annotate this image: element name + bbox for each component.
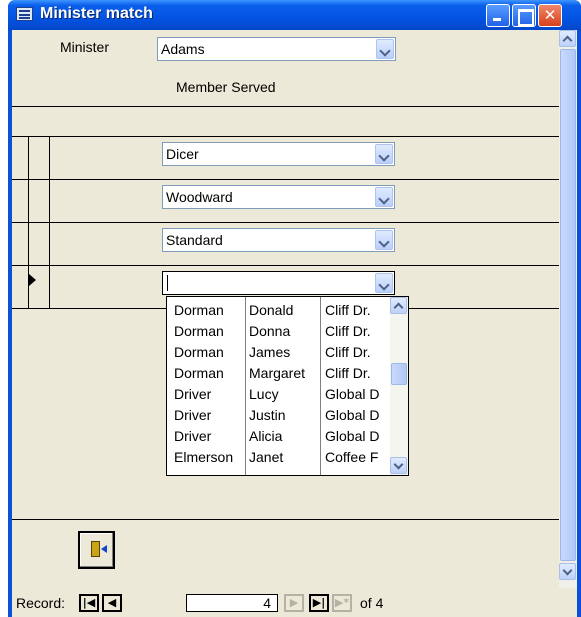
chevron-down-icon[interactable] bbox=[376, 39, 394, 59]
access-form-window: Minister match ✕ Minister Adams Member S… bbox=[8, 0, 581, 617]
row-divider bbox=[12, 222, 559, 223]
list-item[interactable]: Dorman Margaret Cliff Dr. bbox=[167, 363, 392, 384]
row-divider bbox=[12, 106, 559, 107]
record-navigation: Record: |◀ ◀ 4 ▶ ▶| ▶* of 4 bbox=[12, 588, 559, 617]
minister-combo[interactable]: Adams bbox=[157, 37, 396, 61]
member-dropdown-list[interactable]: Dorman Donald Cliff Dr. Dorman Donna Cli… bbox=[166, 296, 409, 476]
list-cell[interactable]: Alicia bbox=[249, 428, 321, 444]
list-cell[interactable]: Driver bbox=[174, 407, 246, 423]
chevron-down-icon[interactable] bbox=[375, 187, 393, 207]
list-cell[interactable]: Margaret bbox=[249, 365, 321, 381]
exit-button[interactable] bbox=[78, 531, 115, 569]
current-record-icon bbox=[29, 274, 36, 286]
member-combo-2[interactable]: Woodward bbox=[162, 185, 395, 209]
chevron-down-icon[interactable] bbox=[559, 563, 576, 580]
list-item[interactable]: Driver Justin Global D bbox=[167, 405, 392, 426]
member-value-2[interactable]: Woodward bbox=[166, 189, 233, 205]
selector-column-edge bbox=[49, 136, 50, 308]
list-cell[interactable]: Global D bbox=[325, 428, 387, 444]
list-cell[interactable]: Cliff Dr. bbox=[325, 323, 387, 339]
exit-door-icon bbox=[91, 541, 100, 557]
member-value-3[interactable]: Standard bbox=[166, 232, 223, 248]
record-label: Record: bbox=[16, 595, 66, 611]
list-cell[interactable]: Janet bbox=[249, 449, 321, 465]
row-divider bbox=[12, 265, 559, 266]
list-cell[interactable]: Global D bbox=[325, 407, 387, 423]
previous-record-button[interactable]: ◀ bbox=[102, 594, 122, 612]
first-record-button[interactable]: |◀ bbox=[79, 594, 99, 612]
record-number-input[interactable]: 4 bbox=[186, 594, 278, 612]
maximize-button[interactable] bbox=[512, 4, 536, 27]
row-divider bbox=[12, 179, 559, 180]
member-combo-1[interactable]: Dicer bbox=[162, 142, 395, 166]
list-cell[interactable]: Donald bbox=[249, 302, 321, 318]
list-cell[interactable]: Coffee F bbox=[325, 449, 387, 465]
list-cell[interactable]: Global D bbox=[325, 386, 387, 402]
list-cell[interactable]: Dorman bbox=[174, 365, 246, 381]
list-item[interactable]: Driver Lucy Global D bbox=[167, 384, 392, 405]
close-button[interactable]: ✕ bbox=[538, 4, 562, 27]
form-body: Minister Adams Member Served Dicer Woodw… bbox=[12, 30, 577, 617]
member-served-label: Member Served bbox=[176, 79, 276, 95]
list-cell[interactable]: Dorman bbox=[174, 323, 246, 339]
text-cursor bbox=[167, 275, 168, 291]
list-cell[interactable]: Elmerson bbox=[174, 449, 246, 465]
list-cell[interactable]: Cliff Dr. bbox=[325, 365, 387, 381]
list-item[interactable]: Dorman James Cliff Dr. bbox=[167, 342, 392, 363]
member-value-1[interactable]: Dicer bbox=[166, 146, 199, 162]
title-bar[interactable]: Minister match ✕ bbox=[8, 0, 581, 30]
window-title: Minister match bbox=[40, 5, 153, 22]
chevron-down-icon[interactable] bbox=[375, 273, 393, 293]
list-item[interactable]: Dorman Donna Cliff Dr. bbox=[167, 321, 392, 342]
row-divider bbox=[12, 136, 559, 137]
list-cell[interactable]: Driver bbox=[174, 428, 246, 444]
list-item[interactable]: Dorman Donald Cliff Dr. bbox=[167, 300, 392, 321]
member-combo-3[interactable]: Standard bbox=[162, 228, 395, 252]
list-cell[interactable]: Dorman bbox=[174, 344, 246, 360]
chevron-up-icon[interactable] bbox=[559, 30, 576, 47]
record-count-label: of 4 bbox=[360, 595, 384, 611]
form-scrollbar[interactable] bbox=[559, 30, 577, 588]
list-cell[interactable]: James bbox=[249, 344, 321, 360]
next-record-button[interactable]: ▶ bbox=[284, 594, 304, 612]
member-combo-new[interactable] bbox=[162, 271, 395, 295]
list-cell[interactable]: Lucy bbox=[249, 386, 321, 402]
last-record-button[interactable]: ▶| bbox=[309, 594, 329, 612]
chevron-up-icon[interactable] bbox=[390, 297, 407, 314]
list-item[interactable]: Elmerson Janet Coffee F bbox=[167, 447, 392, 468]
new-record-button[interactable]: ▶* bbox=[332, 594, 352, 612]
list-cell[interactable]: Driver bbox=[174, 386, 246, 402]
minister-value[interactable]: Adams bbox=[161, 41, 205, 57]
list-cell[interactable]: Cliff Dr. bbox=[325, 302, 387, 318]
form-icon[interactable] bbox=[16, 7, 33, 21]
scroll-thumb[interactable] bbox=[391, 363, 407, 385]
scroll-thumb[interactable] bbox=[560, 49, 576, 561]
list-item[interactable]: Driver Alicia Global D bbox=[167, 426, 392, 447]
section-divider bbox=[12, 519, 559, 520]
list-cell[interactable]: Donna bbox=[249, 323, 321, 339]
dropdown-scrollbar[interactable] bbox=[390, 297, 408, 475]
list-cell[interactable]: Cliff Dr. bbox=[325, 344, 387, 360]
chevron-down-icon[interactable] bbox=[375, 144, 393, 164]
minimize-button[interactable] bbox=[486, 4, 510, 27]
arrow-left-icon bbox=[101, 545, 107, 553]
chevron-down-icon[interactable] bbox=[375, 230, 393, 250]
list-cell[interactable]: Justin bbox=[249, 407, 321, 423]
minister-label: Minister bbox=[60, 39, 110, 55]
list-cell[interactable]: Dorman bbox=[174, 302, 246, 318]
chevron-down-icon[interactable] bbox=[390, 457, 407, 474]
